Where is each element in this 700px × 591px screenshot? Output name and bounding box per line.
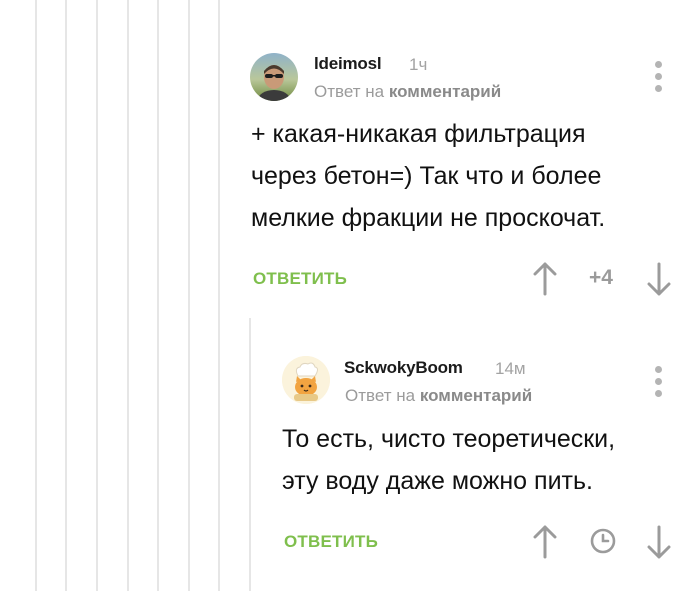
avatar[interactable] bbox=[282, 356, 330, 404]
reply-to-info: Ответ на комментарий bbox=[345, 386, 532, 406]
comment-author[interactable]: SckwokyBoom bbox=[344, 358, 463, 378]
reply-to-prefix: Ответ на bbox=[345, 386, 416, 405]
rating-hidden-indicator bbox=[589, 527, 617, 560]
comment-line: эту воду даже можно пить. bbox=[282, 467, 593, 495]
comment: SckwokyBoom 14м Ответ на комментарий То … bbox=[0, 0, 700, 591]
upvote-button[interactable] bbox=[533, 524, 557, 565]
comment-line: То есть, чисто теоретически, bbox=[282, 425, 616, 453]
comment-time: 14м bbox=[495, 359, 526, 378]
chef-cat-avatar bbox=[282, 356, 330, 404]
reply-button[interactable]: ОТВЕТИТЬ bbox=[284, 532, 378, 552]
comment-body: То есть, чисто теоретически, эту воду да… bbox=[282, 418, 615, 502]
downvote-button[interactable] bbox=[647, 524, 671, 565]
arrow-up-icon bbox=[533, 525, 557, 559]
arrow-down-icon bbox=[647, 525, 671, 559]
clock-icon bbox=[590, 528, 616, 554]
reply-to-link[interactable]: комментарий bbox=[420, 386, 532, 405]
kebab-menu-icon[interactable] bbox=[649, 366, 669, 400]
